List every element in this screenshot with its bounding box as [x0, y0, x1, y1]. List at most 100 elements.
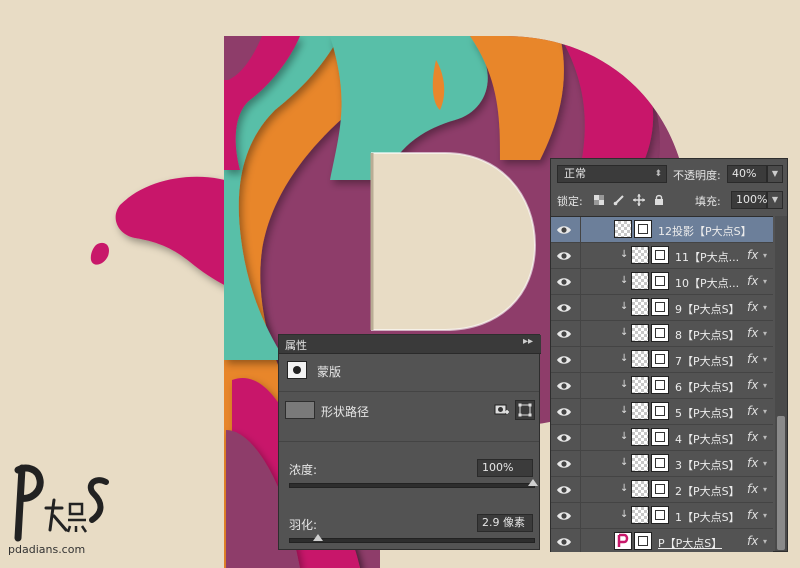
add-pixel-mask-icon[interactable] — [493, 401, 511, 419]
panel-collapse-icon[interactable]: ▸▸ — [523, 336, 533, 347]
visibility-eye-icon[interactable] — [556, 276, 572, 288]
layer-thumbnail[interactable] — [631, 246, 649, 264]
layer-name[interactable]: 1【P大点S】 — [675, 509, 740, 525]
visibility-eye-icon[interactable] — [556, 406, 572, 418]
effects-expand-icon[interactable]: ▾ — [763, 251, 767, 260]
visibility-eye-icon[interactable] — [556, 510, 572, 522]
visibility-eye-icon[interactable] — [556, 432, 572, 444]
layer-row[interactable]: ↓ 9【P大点S】 fx ▾ — [551, 295, 773, 321]
layer-effects-icon[interactable]: fx — [747, 456, 758, 470]
visibility-eye-icon[interactable] — [556, 354, 572, 366]
scrollbar-thumb[interactable] — [777, 416, 785, 550]
effects-expand-icon[interactable]: ▾ — [763, 537, 767, 546]
vector-mask-thumbnail[interactable] — [634, 532, 652, 550]
feather-slider[interactable] — [289, 538, 535, 543]
layer-effects-icon[interactable]: fx — [747, 300, 758, 314]
layer-name[interactable]: 2【P大点S】 — [675, 483, 740, 499]
layer-row[interactable]: ↓ 5【P大点S】 fx ▾ — [551, 399, 773, 425]
layer-row[interactable]: ↓ 1【P大点S】 fx ▾ — [551, 503, 773, 529]
density-slider[interactable] — [289, 483, 535, 488]
vector-mask-thumbnail[interactable] — [651, 454, 669, 472]
layer-name[interactable]: 12投影【P大点S】 — [658, 223, 752, 239]
effects-expand-icon[interactable]: ▾ — [763, 355, 767, 364]
density-slider-knob[interactable] — [528, 479, 538, 486]
visibility-eye-icon[interactable] — [556, 328, 572, 340]
layer-thumbnail[interactable] — [631, 402, 649, 420]
layer-name[interactable]: 10【P大点... — [675, 275, 739, 291]
layer-row[interactable]: ↓ 10【P大点... fx ▾ — [551, 269, 773, 295]
vector-mask-thumbnail[interactable] — [651, 506, 669, 524]
layer-row[interactable]: P【P大点S】 fx ▾ — [551, 529, 773, 552]
layer-thumbnail[interactable] — [631, 506, 649, 524]
vector-mask-thumbnail[interactable] — [651, 324, 669, 342]
visibility-eye-icon[interactable] — [556, 250, 572, 262]
fill-input[interactable]: 100% — [731, 191, 767, 209]
layer-row[interactable]: ↓ 8【P大点S】 fx ▾ — [551, 321, 773, 347]
opacity-input[interactable]: 40% — [727, 165, 767, 183]
layer-effects-icon[interactable]: fx — [747, 326, 758, 340]
vector-mask-thumbnail[interactable] — [634, 220, 652, 238]
layers-scrollbar[interactable] — [775, 216, 787, 551]
effects-expand-icon[interactable]: ▾ — [763, 303, 767, 312]
layer-thumbnail[interactable] — [631, 480, 649, 498]
visibility-eye-icon[interactable] — [556, 484, 572, 496]
visibility-eye-icon[interactable] — [556, 380, 572, 392]
effects-expand-icon[interactable]: ▾ — [763, 407, 767, 416]
vector-mask-thumbnail[interactable] — [651, 480, 669, 498]
layer-name[interactable]: 8【P大点S】 — [675, 327, 740, 343]
layer-name[interactable]: 3【P大点S】 — [675, 457, 740, 473]
layer-thumbnail[interactable] — [631, 428, 649, 446]
vector-mask-icon[interactable] — [515, 400, 535, 420]
vector-mask-thumbnail[interactable] — [651, 272, 669, 290]
layer-thumbnail[interactable] — [631, 454, 649, 472]
lock-transparent-icon[interactable] — [593, 194, 605, 206]
layer-effects-icon[interactable]: fx — [747, 274, 758, 288]
effects-expand-icon[interactable]: ▾ — [763, 485, 767, 494]
effects-expand-icon[interactable]: ▾ — [763, 329, 767, 338]
lock-paint-icon[interactable] — [613, 194, 625, 206]
layer-name[interactable]: 6【P大点S】 — [675, 379, 740, 395]
vector-mask-thumbnail[interactable] — [651, 350, 669, 368]
layer-thumbnail[interactable] — [631, 376, 649, 394]
layer-row[interactable]: ↓ 4【P大点S】 fx ▾ — [551, 425, 773, 451]
effects-expand-icon[interactable]: ▾ — [763, 277, 767, 286]
vector-mask-thumbnail[interactable] — [651, 298, 669, 316]
layer-thumbnail[interactable] — [631, 298, 649, 316]
layer-name[interactable]: 7【P大点S】 — [675, 353, 740, 369]
layer-effects-icon[interactable]: fx — [747, 352, 758, 366]
fill-dropdown-icon[interactable]: ▼ — [767, 191, 783, 209]
layer-row[interactable]: ↓ 6【P大点S】 fx ▾ — [551, 373, 773, 399]
opacity-dropdown-icon[interactable]: ▼ — [767, 165, 783, 183]
layer-effects-icon[interactable]: fx — [747, 248, 758, 262]
vector-mask-thumbnail[interactable] — [651, 428, 669, 446]
layer-thumbnail[interactable] — [631, 324, 649, 342]
lock-move-icon[interactable] — [633, 194, 645, 206]
visibility-eye-icon[interactable] — [556, 224, 572, 236]
layer-thumbnail[interactable] — [614, 220, 632, 238]
layer-name[interactable]: 11【P大点... — [675, 249, 739, 265]
effects-expand-icon[interactable]: ▾ — [763, 381, 767, 390]
effects-expand-icon[interactable]: ▾ — [763, 433, 767, 442]
layer-row[interactable]: ↓ 11【P大点... fx ▾ — [551, 243, 773, 269]
layer-name[interactable]: 9【P大点S】 — [675, 301, 740, 317]
feather-slider-knob[interactable] — [313, 534, 324, 541]
layer-thumbnail[interactable] — [614, 532, 632, 550]
vector-mask-thumbnail[interactable] — [651, 246, 669, 264]
layer-name[interactable]: 4【P大点S】 — [675, 431, 740, 447]
layer-thumbnail[interactable] — [631, 350, 649, 368]
vector-mask-thumbnail[interactable] — [651, 376, 669, 394]
density-input[interactable]: 100% — [477, 459, 533, 477]
layer-effects-icon[interactable]: fx — [747, 430, 758, 444]
visibility-eye-icon[interactable] — [556, 536, 572, 548]
visibility-eye-icon[interactable] — [556, 458, 572, 470]
layer-name[interactable]: 5【P大点S】 — [675, 405, 740, 421]
layer-name[interactable]: P【P大点S】 — [658, 535, 722, 551]
layer-thumbnail[interactable] — [631, 272, 649, 290]
layer-effects-icon[interactable]: fx — [747, 482, 758, 496]
visibility-eye-icon[interactable] — [556, 302, 572, 314]
effects-expand-icon[interactable]: ▾ — [763, 459, 767, 468]
layer-effects-icon[interactable]: fx — [747, 404, 758, 418]
layer-row[interactable]: ↓ 3【P大点S】 fx ▾ — [551, 451, 773, 477]
layer-effects-icon[interactable]: fx — [747, 534, 758, 548]
feather-input[interactable]: 2.9 像素 — [477, 514, 533, 532]
